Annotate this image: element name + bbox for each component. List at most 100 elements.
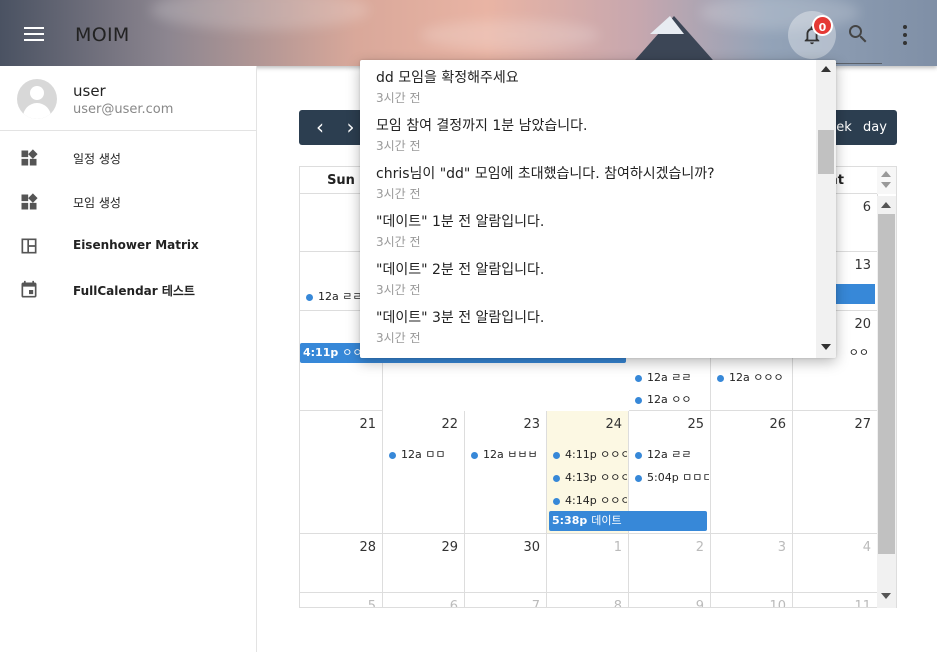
user-profile: user user@user.com <box>0 66 256 131</box>
user-email: user@user.com <box>73 102 174 117</box>
day-cell[interactable]: 23 12a ㅂㅂㅂ <box>465 411 547 534</box>
sidebar-item-create-schedule[interactable]: 일정 생성 <box>0 136 256 180</box>
scroll-down-icon[interactable] <box>821 344 831 350</box>
day-number: 25 <box>687 417 704 432</box>
day-number: 29 <box>441 540 458 555</box>
notification-item[interactable]: "데이트" 2분 전 알람입니다. 3시간 전 <box>360 252 816 300</box>
scrollbar-thumb[interactable] <box>878 214 895 554</box>
notification-time: 3시간 전 <box>376 91 421 105</box>
notification-item[interactable]: "데이트" 3분 전 알람입니다. 3시간 전 <box>360 300 816 348</box>
notification-message: "데이트" 3분 전 알람입니다. <box>376 310 545 326</box>
sidebar-item-fullcalendar[interactable]: FullCalendar 테스트 <box>0 268 256 312</box>
day-number: 10 <box>769 599 786 608</box>
day-number: 9 <box>695 599 704 608</box>
event-item[interactable]: 12a ㄹㄹ <box>635 369 709 385</box>
day-number: 6 <box>862 200 871 215</box>
sidebar-item-label: Eisenhower Matrix <box>73 238 199 252</box>
sidebar-item-create-moim[interactable]: 모임 생성 <box>0 180 256 224</box>
prev-button[interactable]: ‹ <box>299 110 341 145</box>
sidebar-item-label: 모임 생성 <box>73 196 121 210</box>
day-cell[interactable]: 9 <box>629 593 711 608</box>
day-cell[interactable]: 4 <box>793 534 878 593</box>
notification-item[interactable]: chris님이 "dd" 모임에 초대했습니다. 참여하시겠습니까? 3시간 전 <box>360 156 816 204</box>
sidebar-item-eisenhower[interactable]: Eisenhower Matrix <box>0 224 256 268</box>
notification-time: 3시간 전 <box>376 235 421 249</box>
day-cell[interactable]: 26 <box>711 411 793 534</box>
day-number: 8 <box>613 599 622 608</box>
day-number: 22 <box>441 417 458 432</box>
notification-badge: 0 <box>812 15 833 36</box>
scroll-up-icon[interactable] <box>881 202 891 208</box>
day-cell-today[interactable]: 24 4:11p ㅇㅇㅇ 4:13p ㅇㅇㅇ 4:14p ㅇㅇㅇ 5:38p 데이… <box>547 411 707 534</box>
day-number: 3 <box>777 540 786 555</box>
notification-scrollbar[interactable] <box>816 60 836 358</box>
day-cell[interactable]: 1 <box>547 534 629 593</box>
day-cell[interactable]: 11 <box>793 593 878 607</box>
day-cell[interactable]: 22 12a ㅁㅁ <box>383 411 465 534</box>
widgets-icon <box>21 193 38 210</box>
day-number: 27 <box>854 417 871 432</box>
notification-item[interactable]: dd 모임을 확정해주세요 3시간 전 <box>360 60 816 108</box>
day-number: 13 <box>854 258 871 273</box>
notification-item[interactable]: "데이트" 1분 전 알람입니다. 3시간 전 <box>360 204 816 252</box>
more-vert-icon[interactable] <box>898 24 912 46</box>
day-number: 2 <box>695 540 704 555</box>
day-view-button[interactable]: day <box>853 110 897 145</box>
event-item[interactable]: 12a ㄹㄹ <box>635 446 709 462</box>
notification-message: "데이트" 1분 전 알람입니다. <box>376 214 545 230</box>
day-number: 6 <box>449 599 458 608</box>
search-button[interactable] <box>846 22 870 50</box>
event-item[interactable]: 12a ㅁㅁ <box>389 446 463 462</box>
day-number: 30 <box>523 540 540 555</box>
day-number: 26 <box>769 417 786 432</box>
menu-icon[interactable] <box>24 27 44 41</box>
day-cell[interactable]: 6 <box>383 593 465 608</box>
day-cell[interactable]: 5 <box>300 593 383 607</box>
widgets-icon <box>21 149 38 166</box>
notification-message: chris님이 "dd" 모임에 초대했습니다. 참여하시겠습니까? <box>376 166 715 182</box>
event-item[interactable]: 12a ㅂㅂㅂ <box>471 446 545 462</box>
week-view-button[interactable]: ek <box>835 110 853 145</box>
event-item[interactable]: 4:11p ㅇㅇㅇ <box>553 446 627 462</box>
day-number: 7 <box>531 599 540 608</box>
day-cell[interactable]: 7 <box>465 593 547 608</box>
day-cell[interactable]: 28 <box>300 534 383 593</box>
day-cell[interactable]: 3 <box>711 534 793 593</box>
notification-dropdown: dd 모임을 확정해주세요 3시간 전 모임 참여 결정까지 1분 남았습니다.… <box>360 60 836 358</box>
user-name: user <box>73 82 106 100</box>
day-cell[interactable]: 8 <box>547 593 629 608</box>
day-number: 4 <box>862 540 871 555</box>
day-cell[interactable]: 25 12a ㄹㄹ 5:04p ㅁㅁㅁ <box>629 411 711 534</box>
scrollbar-thumb[interactable] <box>818 130 834 174</box>
scroll-down-icon[interactable] <box>881 593 891 599</box>
day-number: 23 <box>523 417 540 432</box>
header-scroll-stub <box>877 167 896 194</box>
sidebar: user user@user.com 일정 생성 모임 생성 Eisenhowe… <box>0 66 257 652</box>
notification-time: 3시간 전 <box>376 139 421 153</box>
notification-item[interactable]: 모임 참여 결정까지 1분 남았습니다. 3시간 전 <box>360 108 816 156</box>
app-bar: MOIM 0 <box>0 0 937 66</box>
event-item[interactable]: 12a ㅇㅇ <box>635 391 709 407</box>
notification-message: dd 모임을 확정해주세요 <box>376 70 519 86</box>
event-item[interactable]: 4:14p ㅇㅇㅇ <box>553 492 627 508</box>
sidebar-item-label: 일정 생성 <box>73 152 121 166</box>
scroll-up-icon[interactable] <box>821 66 831 72</box>
notification-time: 3시간 전 <box>376 283 421 297</box>
event-item[interactable]: 5:04p ㅁㅁㅁ <box>635 469 709 485</box>
day-number: 20 <box>854 317 871 332</box>
next-button[interactable]: › <box>341 110 360 145</box>
event-item[interactable]: 4:13p ㅇㅇㅇ <box>553 469 627 485</box>
notifications-button[interactable]: 0 <box>788 11 836 59</box>
day-number: 21 <box>359 417 376 432</box>
day-cell[interactable]: 21 <box>300 411 383 534</box>
dashboard-icon <box>21 238 37 254</box>
event-item[interactable]: 12a ㅇㅇㅇ <box>717 369 791 385</box>
search-icon <box>849 25 867 43</box>
sidebar-item-label: FullCalendar 테스트 <box>73 284 195 298</box>
day-cell[interactable]: 30 <box>465 534 547 593</box>
calendar-scrollbar[interactable] <box>877 196 896 608</box>
day-cell[interactable]: 10 <box>711 593 793 608</box>
day-cell[interactable]: 27 <box>793 411 878 534</box>
day-cell[interactable]: 2 <box>629 534 711 593</box>
day-cell[interactable]: 29 <box>383 534 465 593</box>
